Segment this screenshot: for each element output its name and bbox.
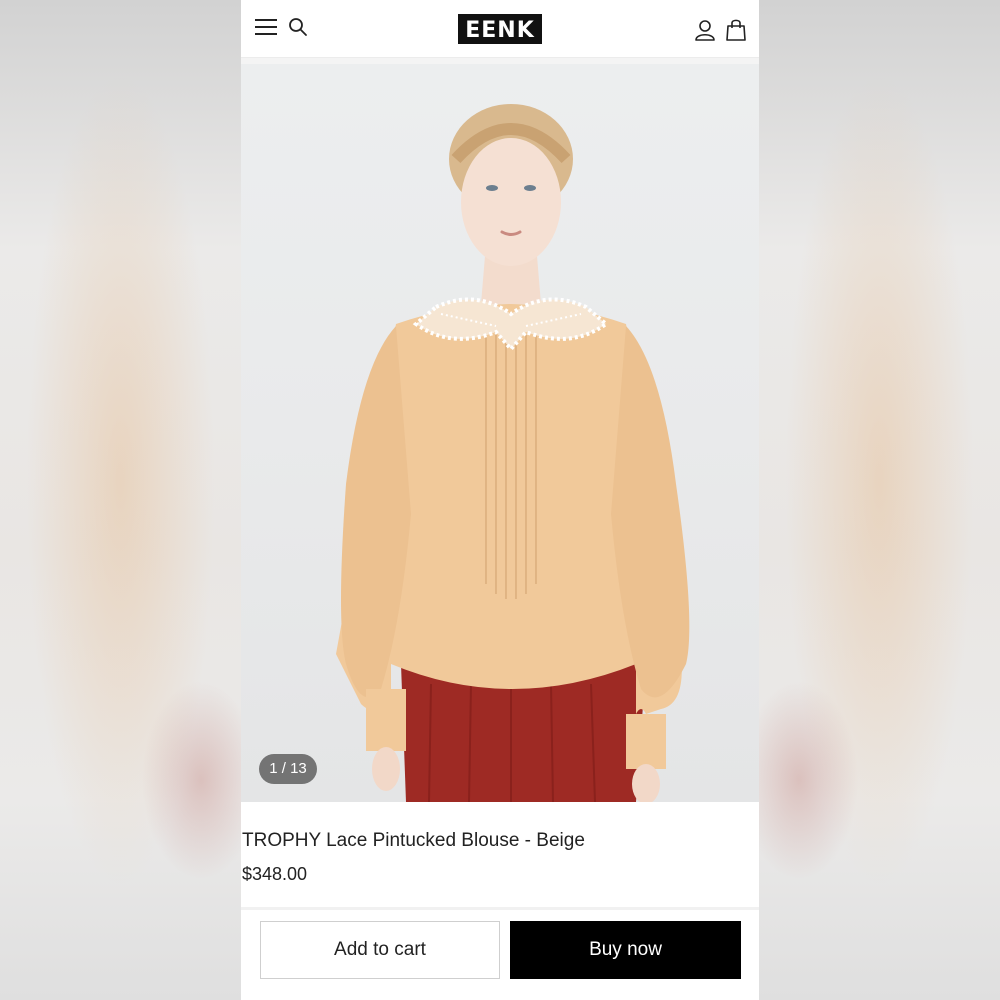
user-icon[interactable] [694, 19, 716, 41]
add-to-cart-button[interactable]: Add to cart [260, 921, 500, 979]
buy-now-button[interactable]: Buy now [510, 921, 741, 979]
menu-icon[interactable] [255, 18, 277, 36]
brand-logo[interactable]: EENK [458, 14, 542, 44]
product-title: TROPHY Lace Pintucked Blouse - Beige [242, 830, 585, 851]
top-header: EENK [241, 0, 759, 58]
product-image[interactable]: 1 / 13 [241, 64, 759, 802]
model-illustration [336, 104, 690, 802]
blurred-background-left [0, 0, 261, 1000]
search-icon[interactable] [288, 17, 308, 37]
product-details: TROPHY Lace Pintucked Blouse - Beige $34… [241, 802, 759, 907]
blurred-background-right [739, 0, 1000, 1000]
mobile-page: EENK 1 / 13 TROPHY Lace Pintucked Blouse… [241, 0, 759, 1000]
product-price: $348.00 [242, 864, 308, 884]
action-bar-divider [241, 907, 759, 910]
image-counter: 1 / 13 [259, 754, 317, 784]
shopping-bag-icon[interactable] [725, 18, 747, 41]
